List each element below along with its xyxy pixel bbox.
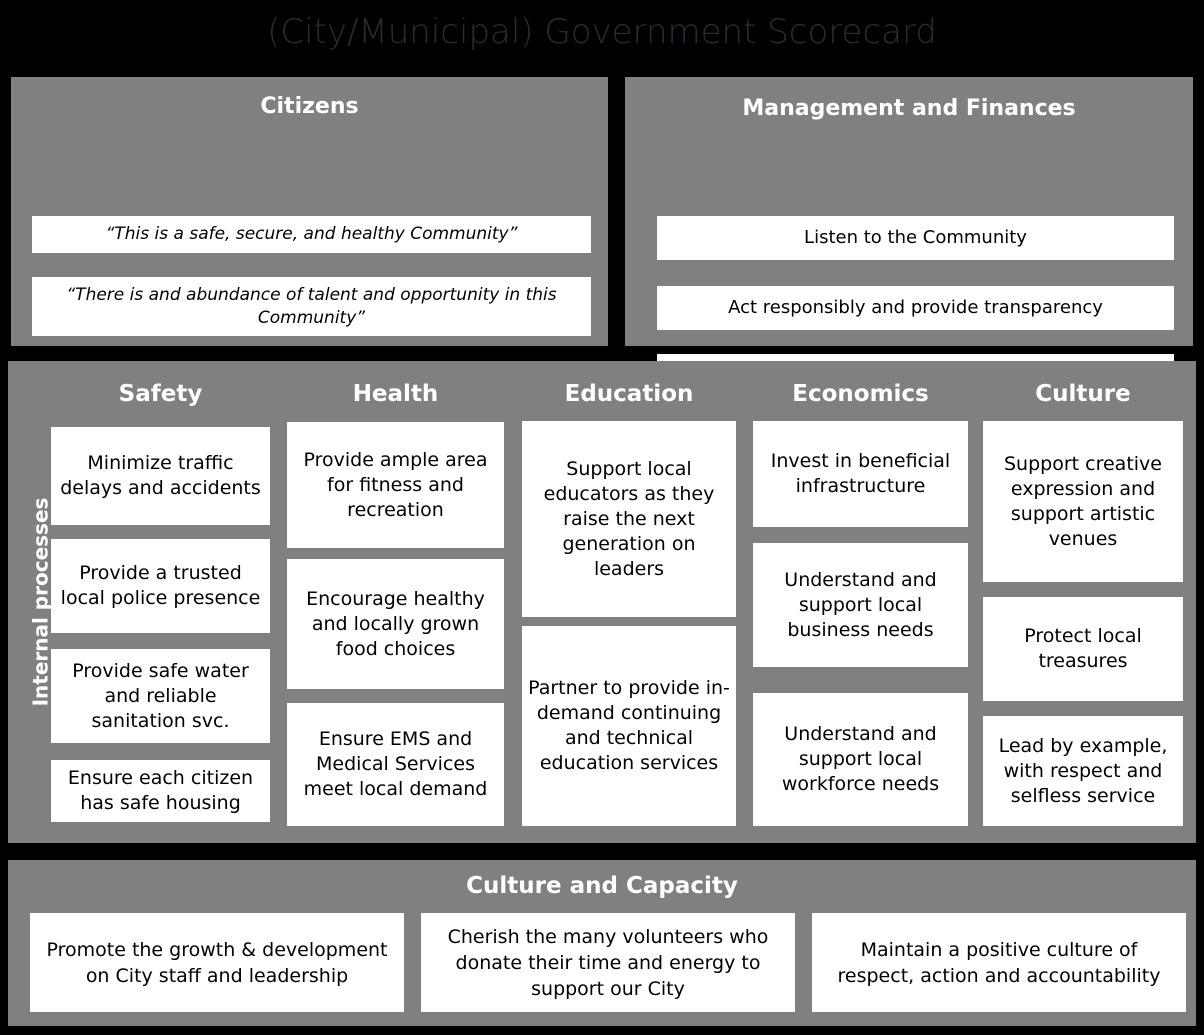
management-card[interactable]: Act responsibly and provide transparency <box>657 286 1174 330</box>
economics-card-text: Understand and support local business ne… <box>784 568 937 641</box>
capacity-card-text: Promote the growth & development on City… <box>46 938 388 987</box>
panel-management-and-finances: Management and Finances Listen to the Co… <box>625 77 1193 398</box>
column-heading-health: Health <box>352 381 439 407</box>
culture-card-text: Support creative expression and support … <box>1004 452 1162 550</box>
management-card-text: Act responsibly and provide transparency <box>728 297 1103 318</box>
education-card[interactable]: Support local educators as they raise th… <box>522 421 736 617</box>
panel-internal-processes: Internal processes Safety Health Educati… <box>8 361 1196 843</box>
column-heading-economics: Economics <box>792 381 929 407</box>
citizens-card[interactable]: “There is and abundance of talent and op… <box>32 277 591 336</box>
safety-card[interactable]: Minimize traffic delays and accidents <box>51 427 270 525</box>
health-card-text: Provide ample area for fitness and recre… <box>303 448 488 521</box>
internal-processes-label-text: Internal processes <box>28 497 52 707</box>
economics-card[interactable]: Understand and support local business ne… <box>753 543 968 667</box>
panel-citizens-heading: Citizens <box>260 94 359 119</box>
column-heading-culture: Culture <box>1035 381 1131 407</box>
capacity-card[interactable]: Maintain a positive culture of respect, … <box>812 913 1186 1012</box>
culture-card[interactable]: Protect local treasures <box>983 597 1183 701</box>
economics-card[interactable]: Understand and support local workforce n… <box>753 693 968 826</box>
capacity-card-text: Maintain a positive culture of respect, … <box>837 938 1161 987</box>
culture-card[interactable]: Lead by example, with respect and selfle… <box>983 716 1183 826</box>
safety-card-text: Provide safe water and reliable sanitati… <box>72 659 249 732</box>
safety-card[interactable]: Ensure each citizen has safe housing <box>51 760 270 822</box>
safety-card-text: Ensure each citizen has safe housing <box>67 767 254 814</box>
health-card-text: Ensure EMS and Medical Services meet loc… <box>303 728 488 800</box>
panel-culture-and-capacity: Culture and Capacity Promote the growth … <box>8 860 1196 1026</box>
health-card[interactable]: Provide ample area for fitness and recre… <box>287 422 504 548</box>
safety-card-text: Minimize traffic delays and accidents <box>60 452 261 499</box>
health-card[interactable]: Encourage healthy and locally grown food… <box>287 559 504 689</box>
scorecard-page: (City/Municipal) Government Scorecard Ci… <box>0 0 1204 1035</box>
education-card-text: Partner to provide in-demand continuing … <box>528 677 730 774</box>
panel-management-heading: Management and Finances <box>742 96 1076 121</box>
economics-card-text: Understand and support local workforce n… <box>781 723 940 795</box>
management-card[interactable]: Listen to the Community <box>657 216 1174 260</box>
safety-card-text: Provide a trusted local police presence <box>60 562 261 609</box>
capacity-card[interactable]: Cherish the many volunteers who donate t… <box>421 913 795 1012</box>
economics-card[interactable]: Invest in beneficial infrastructure <box>753 421 968 527</box>
health-card-text: Encourage healthy and locally grown food… <box>306 587 485 660</box>
panel-citizens: Citizens “This is a safe, secure, and he… <box>11 77 608 400</box>
page-title: (City/Municipal) Government Scorecard <box>267 12 937 52</box>
culture-card-text: Lead by example, with respect and selfle… <box>998 734 1168 807</box>
citizens-card[interactable]: “This is a safe, secure, and healthy Com… <box>32 216 591 253</box>
education-card-text: Support local educators as they raise th… <box>543 457 715 580</box>
culture-card-text: Protect local treasures <box>1024 625 1142 672</box>
safety-card[interactable]: Provide safe water and reliable sanitati… <box>51 649 270 743</box>
capacity-card-text: Cherish the many volunteers who donate t… <box>447 925 769 1000</box>
culture-card[interactable]: Support creative expression and support … <box>983 421 1183 582</box>
safety-card[interactable]: Provide a trusted local police presence <box>51 539 270 633</box>
column-heading-education: Education <box>564 381 694 407</box>
education-card[interactable]: Partner to provide in-demand continuing … <box>522 626 736 826</box>
capacity-card[interactable]: Promote the growth & development on City… <box>30 913 404 1012</box>
citizens-card-text: “There is and abundance of talent and op… <box>66 284 557 328</box>
management-card-text: Listen to the Community <box>804 227 1027 248</box>
citizens-card-text: “This is a safe, secure, and healthy Com… <box>105 224 518 244</box>
economics-card-text: Invest in beneficial infrastructure <box>770 450 951 497</box>
column-heading-safety: Safety <box>118 381 203 407</box>
panel-capacity-heading: Culture and Capacity <box>466 873 738 899</box>
health-card[interactable]: Ensure EMS and Medical Services meet loc… <box>287 703 504 826</box>
